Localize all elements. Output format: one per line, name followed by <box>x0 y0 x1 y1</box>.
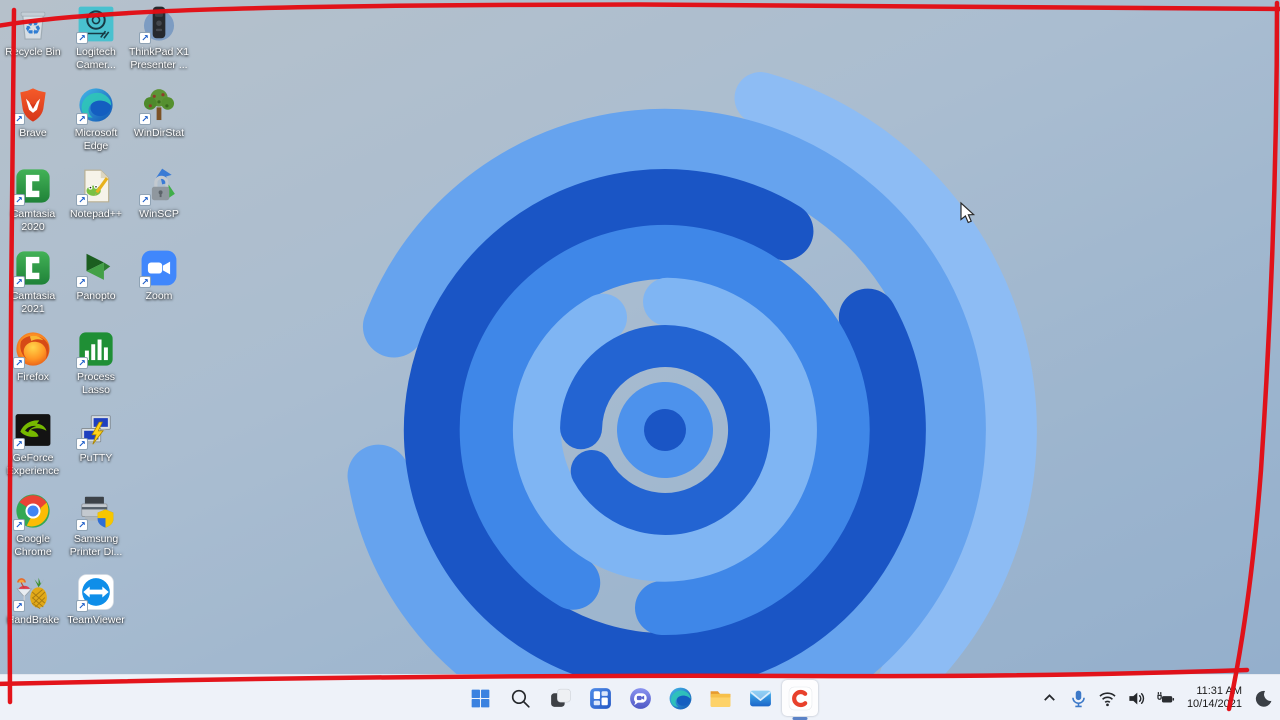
taskbar-button-microsoft-edge[interactable] <box>662 680 698 716</box>
shortcut-arrow-icon: ↗ <box>13 438 25 450</box>
desktop-icon-firefox[interactable]: ↗ Firefox <box>2 330 64 384</box>
taskbar-button-chat[interactable] <box>622 680 658 716</box>
clock-time: 11:31 AM <box>1196 684 1242 697</box>
clock-date: 10/14/2021 <box>1186 698 1242 710</box>
shortcut-arrow-icon: ↗ <box>76 357 88 369</box>
desktop-icon-label: ThinkPad X1 Presenter ... <box>128 46 190 71</box>
desktop-icon-label: GeForce Experience <box>6 452 60 477</box>
desktop-icon-label: Recycle Bin <box>5 46 61 58</box>
desktop-icon-label: Zoom <box>145 290 173 302</box>
desktop-icon-samsung-printer[interactable]: ↗ Samsung Printer Di... <box>65 492 127 558</box>
desktop-icon-geforce-experience[interactable]: ↗ GeForce Experience <box>2 411 64 477</box>
desktop-icon-camtasia-2021[interactable]: ↗ Camtasia 2021 <box>2 249 64 315</box>
desktop-icon-label: Brave <box>19 127 47 139</box>
desktop-icon-label: TeamViewer <box>67 614 125 626</box>
shortcut-arrow-icon: ↗ <box>76 438 88 450</box>
tray-status-icon <box>1127 689 1146 708</box>
desktop-icon-label: Google Chrome <box>14 533 52 558</box>
shortcut-arrow-icon: ↗ <box>13 600 25 612</box>
desktop-icon-label: Camtasia 2021 <box>10 290 56 315</box>
desktop-icon-label: WinSCP <box>139 208 179 220</box>
system-tray: 11:31 AM 10/14/2021 <box>1039 675 1274 720</box>
desktop-icon-windirstat[interactable]: ↗ WinDirStat <box>128 86 190 140</box>
desktop-icon-label: Firefox <box>16 371 50 383</box>
shortcut-arrow-icon: ↗ <box>13 357 25 369</box>
shortcut-arrow-icon: ↗ <box>139 194 151 206</box>
desktop-icon-recycle-bin[interactable]: ↗ Recycle Bin <box>2 5 64 59</box>
taskbar-button-icon <box>588 686 613 711</box>
taskbar-button-camtasia[interactable] <box>782 680 818 716</box>
desktop-icon-camtasia-2020[interactable]: ↗ Camtasia 2020 <box>2 167 64 233</box>
desktop-icon-label: HandBrake <box>6 614 60 626</box>
tray-status-icon <box>1069 689 1088 708</box>
desktop-icon-label: Microsoft Edge <box>74 127 118 152</box>
taskbar-button-icon <box>708 686 733 711</box>
desktop-icon-logitech-camera[interactable]: ↗ Logitech Camer... <box>65 5 127 71</box>
shortcut-arrow-icon: ↗ <box>139 113 151 125</box>
shortcut-arrow-icon: ↗ <box>13 194 25 206</box>
desktop-icon-notepad-plus-plus[interactable]: ↗ Notepad++ <box>65 167 127 221</box>
desktop-icon-label: Logitech Camer... <box>76 46 116 71</box>
desktop-icon-putty[interactable]: ↗ PuTTY <box>65 411 127 465</box>
tray-status-icon <box>1156 689 1175 708</box>
desktop-icon-label: Panopto <box>76 290 116 302</box>
taskbar-center-buttons <box>462 675 818 720</box>
desktop-icon-brave[interactable]: ↗ Brave <box>2 86 64 140</box>
taskbar-button-mail[interactable] <box>742 680 778 716</box>
taskbar-button-icon <box>508 686 533 711</box>
shortcut-arrow-icon: ↗ <box>13 519 25 531</box>
shortcut-arrow-icon: ↗ <box>76 600 88 612</box>
desktop-icon-process-lasso[interactable]: ↗ Process Lasso <box>65 330 127 396</box>
shortcut-arrow-icon: ↗ <box>139 32 151 44</box>
tray-icon-volume[interactable] <box>1126 687 1148 709</box>
shortcut-arrow-icon: ↗ <box>76 32 88 44</box>
taskbar-button-icon <box>468 686 493 711</box>
desktop-icon-label: Process Lasso <box>77 371 115 396</box>
taskbar: 11:31 AM 10/14/2021 <box>0 674 1280 720</box>
hidden-icons-chevron-icon[interactable] <box>1039 687 1061 709</box>
taskbar-button-file-explorer[interactable] <box>702 680 738 716</box>
shortcut-arrow-icon: ↗ <box>13 113 25 125</box>
taskbar-button-icon <box>788 686 813 711</box>
desktop-icon-google-chrome[interactable]: ↗ Google Chrome <box>2 492 64 558</box>
shortcut-arrow-icon: ↗ <box>139 276 151 288</box>
desktop-icon-teamviewer[interactable]: ↗ TeamViewer <box>65 573 127 627</box>
desktop-icon-thinkpad-presenter[interactable]: ↗ ThinkPad X1 Presenter ... <box>128 5 190 71</box>
taskbar-button-icon <box>668 686 693 711</box>
focus-assist-moon-icon[interactable] <box>1252 687 1274 709</box>
taskbar-button-search[interactable] <box>502 680 538 716</box>
desktop-icon-handbrake[interactable]: ↗ HandBrake <box>2 573 64 627</box>
tray-icon-wifi[interactable] <box>1097 687 1119 709</box>
desktop-icon-panopto[interactable]: ↗ Panopto <box>65 249 127 303</box>
desktop-icon-label: Samsung Printer Di... <box>69 533 123 558</box>
shortcut-arrow-icon: ↗ <box>76 113 88 125</box>
taskbar-clock[interactable]: 11:31 AM 10/14/2021 <box>1184 685 1245 712</box>
shortcut-arrow-icon: ↗ <box>13 276 25 288</box>
taskbar-button-task-view[interactable] <box>542 680 578 716</box>
shortcut-arrow-icon: ↗ <box>76 519 88 531</box>
taskbar-button-icon <box>628 686 653 711</box>
desktop-icon-label: WinDirStat <box>133 127 185 139</box>
tray-icon-battery-charging[interactable] <box>1155 687 1177 709</box>
shortcut-arrow-icon: ↗ <box>76 276 88 288</box>
app-icon <box>14 5 52 43</box>
taskbar-button-icon <box>548 686 573 711</box>
taskbar-button-widgets[interactable] <box>582 680 618 716</box>
tray-status-icon <box>1098 689 1117 708</box>
taskbar-button-start[interactable] <box>462 680 498 716</box>
desktop-icon-zoom[interactable]: ↗ Zoom <box>128 249 190 303</box>
desktop-icon-label: Camtasia 2020 <box>10 208 56 233</box>
desktop-icon-microsoft-edge[interactable]: ↗ Microsoft Edge <box>65 86 127 152</box>
desktop-icon-label: Notepad++ <box>70 208 122 220</box>
shortcut-arrow-icon: ↗ <box>76 194 88 206</box>
taskbar-button-icon <box>748 686 773 711</box>
desktop-icon-grid: ↗ Recycle Bin ↗ Logitech Camer... ↗ Thin… <box>2 0 202 670</box>
desktop-icon-winscp[interactable]: ↗ WinSCP <box>128 167 190 221</box>
tray-icon-microphone[interactable] <box>1068 687 1090 709</box>
desktop-icon-label: PuTTY <box>79 452 113 464</box>
